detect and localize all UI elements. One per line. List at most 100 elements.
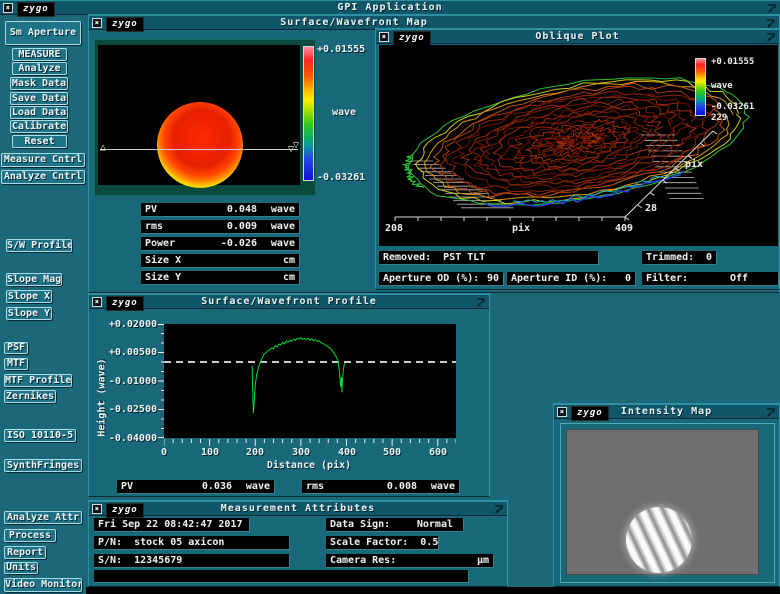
attributes-titlebar[interactable]: zygo Measurement Attributes: [89, 501, 507, 516]
scale-factor-field[interactable]: Scale Factor: 0.5: [326, 536, 438, 549]
profile-title: Surface/Wavefront Profile: [89, 296, 489, 307]
map-colorbar-max: +0.01555: [317, 44, 365, 55]
oblique-titlebar[interactable]: zygo Oblique Plot: [376, 29, 779, 44]
oblique-plot-area[interactable]: +0.01555 wave -0.03261 229 208 pix 409 2…: [379, 45, 778, 246]
up-triangle-icon[interactable]: △: [100, 143, 106, 153]
map-plot-area: △ ▽: [98, 45, 300, 185]
map-frame: △ ▽: [94, 39, 316, 196]
sidebar-item-analyze[interactable]: Analyze: [12, 62, 67, 75]
attributes-title: Measurement Attributes: [89, 503, 507, 514]
sidebar-item-load-data[interactable]: Load Data: [10, 106, 68, 119]
sidebar-item-video-monitor[interactable]: Video Monitor: [4, 578, 82, 592]
wavefront-phase-map[interactable]: [157, 102, 243, 188]
map-colorbar-min: -0.03261: [317, 172, 365, 183]
profile-ytick-3: -0.02500: [105, 404, 157, 415]
aperture-id-field[interactable]: Aperture ID (%): 0: [507, 272, 635, 285]
trimmed-field: Trimmed: 0: [642, 251, 716, 264]
sidebar-item-iso-10110-5[interactable]: ISO 10110-5: [4, 429, 76, 442]
intensity-frame: [560, 423, 775, 583]
sidebar-item-reset[interactable]: Reset: [12, 135, 67, 148]
sidebar-item-mask-data[interactable]: Mask Data: [10, 77, 68, 90]
app-title: GPI Application: [0, 2, 780, 13]
sidebar-item-slope-y[interactable]: Slope Y: [6, 307, 52, 320]
oblique-xaxis-label: pix: [512, 223, 530, 234]
oblique-colorbar-min: -0.03261: [711, 102, 754, 112]
map-title: Surface/Wavefront Map: [89, 17, 619, 28]
profile-xtick-2: 200: [240, 447, 270, 458]
data-sign-field[interactable]: Data Sign: Normal: [326, 518, 463, 531]
removed-field[interactable]: Removed: PST TLT: [379, 251, 598, 264]
oblique-plot-window: zygo Oblique Plot +0.01555 wave -0.03261…: [375, 28, 780, 290]
profile-xlabel: Distance (pix): [239, 460, 379, 471]
sidebar-item-measure[interactable]: MEASURE: [12, 48, 67, 61]
sidebar-item-measure-cntrl[interactable]: Measure Cntrl: [1, 153, 85, 167]
profile-xtick-4: 400: [332, 447, 362, 458]
profile-stat-pv: PV 0.036 wave: [117, 480, 274, 493]
oblique-colorbar: [695, 58, 706, 116]
oblique-yaxis-label: pix: [685, 159, 703, 170]
profile-stat-rms: rms 0.008 wave: [302, 480, 459, 493]
sidebar-item-units[interactable]: Units: [4, 562, 38, 574]
sidebar-item-slope-x[interactable]: Slope X: [6, 290, 52, 303]
oblique-xaxis-max: 409: [615, 223, 633, 234]
profile-xtick-3: 300: [286, 447, 316, 458]
filter-field[interactable]: Filter: Off: [642, 272, 778, 285]
sidebar-item-mtf-profile[interactable]: MTF Profile: [4, 374, 72, 387]
oblique-colorbar-unit: wave: [711, 81, 733, 91]
sidebar-item-process[interactable]: Process: [4, 529, 56, 542]
sidebar-item-sw-profile[interactable]: S/W Profile: [6, 239, 72, 252]
window-menu-icon[interactable]: [766, 3, 777, 14]
intensity-titlebar[interactable]: zygo Intensity Map: [554, 404, 779, 419]
colorbar-marker-icon[interactable]: ▽: [293, 141, 299, 151]
part-number-field[interactable]: P/N: stock 05 axicon: [94, 536, 289, 549]
profile-window: zygo Surface/Wavefront Profile Height (w…: [88, 293, 490, 497]
gpi-application-root: zygo GPI Application Sm Aperture MEASURE…: [0, 0, 780, 594]
aperture-od-field[interactable]: Aperture OD (%): 90: [379, 272, 503, 285]
camera-res-field[interactable]: Camera Res: µm: [326, 554, 493, 567]
sidebar-item-psf[interactable]: PSF: [4, 342, 28, 354]
profile-xtick-5: 500: [377, 447, 407, 458]
profile-xtick-0: 0: [149, 447, 179, 458]
profile-ytick-0: +0.02000: [105, 319, 157, 330]
sidebar-item-synthfringes[interactable]: SynthFringes: [4, 459, 82, 472]
profile-slice-line[interactable]: [100, 149, 298, 150]
main-titlebar[interactable]: zygo GPI Application: [0, 0, 780, 15]
sidebar-item-save-data[interactable]: Save Data: [10, 92, 68, 105]
oblique-yaxis-max: 229: [711, 113, 727, 123]
window-menu-icon[interactable]: [493, 504, 504, 515]
profile-ytick-2: -0.01000: [105, 376, 157, 387]
profile-line-chart: [164, 324, 456, 438]
date-field: Fri Sep 22 08:42:47 2017: [94, 518, 249, 531]
comment-field[interactable]: [94, 570, 468, 582]
map-stat-power: Power -0.026 wave: [141, 237, 299, 250]
sidebar-item-slope-mag[interactable]: Slope Mag: [6, 273, 62, 286]
profile-xtick-6: 600: [423, 447, 453, 458]
window-menu-icon[interactable]: [765, 32, 776, 43]
sidebar-item-analyze-attr[interactable]: Analyze Attr: [4, 511, 82, 524]
oblique-yaxis-min: 28: [645, 203, 657, 214]
sidebar-item-zernikes[interactable]: Zernikes: [4, 390, 56, 403]
oblique-surface-plot: [379, 45, 778, 246]
profile-ytick-4: -0.04000: [105, 433, 157, 444]
intensity-image[interactable]: [566, 429, 759, 575]
map-stat-pv: PV 0.048 wave: [141, 203, 299, 216]
sidebar-item-mtf[interactable]: MTF: [4, 358, 28, 370]
window-menu-icon[interactable]: [475, 297, 486, 308]
sidebar-item-calibrate[interactable]: Calibrate: [10, 120, 68, 133]
profile-ytick-1: +0.00500: [105, 347, 157, 358]
intensity-map-window: zygo Intensity Map: [553, 403, 780, 587]
profile-titlebar[interactable]: zygo Surface/Wavefront Profile: [89, 294, 489, 309]
sidebar-item-analyze-cntrl[interactable]: Analyze Cntrl: [1, 170, 85, 184]
sidebar-item-sm-aperture[interactable]: Sm Aperture: [5, 21, 81, 45]
profile-xtick-1: 100: [195, 447, 225, 458]
oblique-xaxis-min: 208: [385, 223, 403, 234]
serial-number-field[interactable]: S/N: 12345679: [94, 554, 289, 567]
profile-plot-area[interactable]: [164, 324, 456, 438]
sidebar-item-report[interactable]: Report: [4, 546, 46, 559]
window-menu-icon[interactable]: [765, 407, 776, 418]
map-colorbar-unit: wave: [332, 107, 356, 118]
intensity-title: Intensity Map: [554, 406, 779, 417]
map-stat-size-y: Size Y cm: [141, 271, 299, 284]
map-colorbar[interactable]: [303, 46, 314, 181]
oblique-colorbar-max: +0.01555: [711, 57, 754, 67]
